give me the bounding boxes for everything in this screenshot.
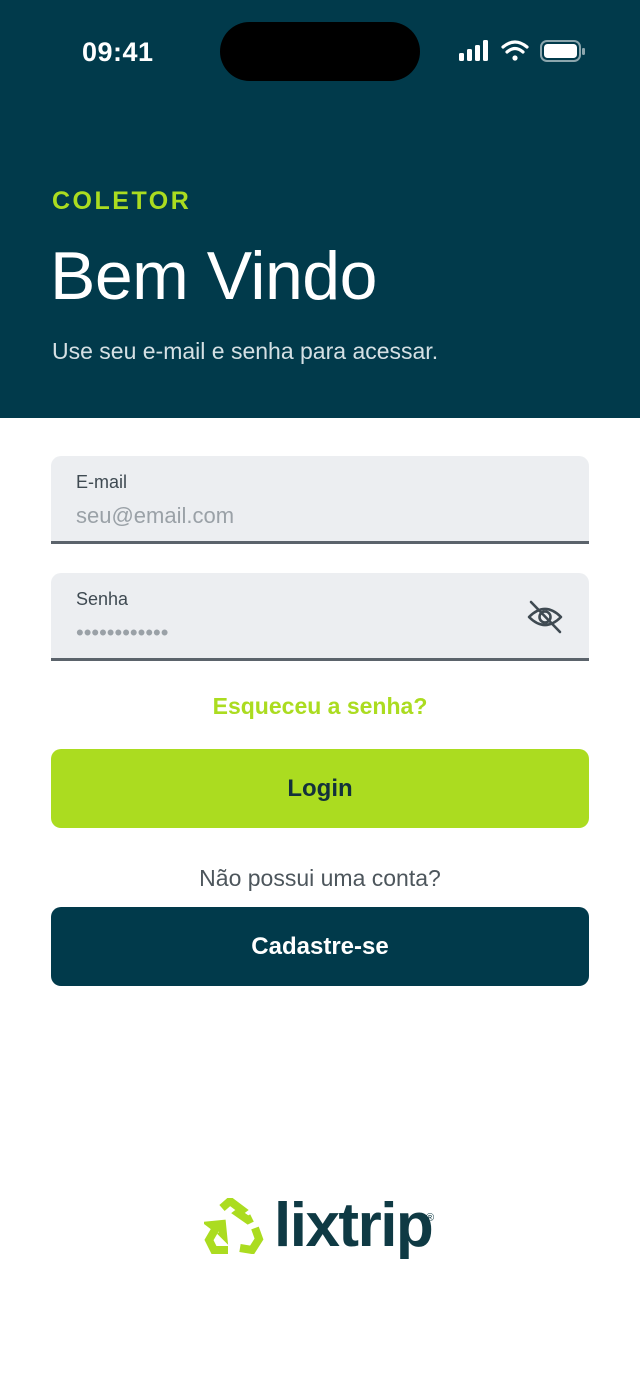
brand-name: lixtrip <box>274 1191 434 1260</box>
registered-mark: ® <box>426 1212 435 1224</box>
forgot-password-link[interactable]: Esqueceu a senha? <box>0 690 640 722</box>
header-panel: 09:41 COLETOR Bem Vindo Use seu e-mail e… <box>0 0 640 418</box>
no-account-text: Não possui uma conta? <box>199 865 441 891</box>
password-field-label: Senha <box>76 589 129 609</box>
eye-off-icon[interactable] <box>525 597 565 637</box>
status-icons <box>456 38 586 66</box>
email-field[interactable]: E-mail <box>51 456 589 544</box>
page-title: Bem Vindo <box>50 238 377 314</box>
status-time: 09:41 <box>82 37 154 67</box>
recycle-logo-icon <box>201 1195 266 1255</box>
brand-logo: lixtrip ® <box>201 1191 444 1270</box>
signup-button[interactable]: Cadastre-se <box>51 907 589 986</box>
page-subtitle: Use seu e-mail e senha para acessar. <box>52 338 439 364</box>
password-field[interactable]: Senha •••••••••••• <box>51 573 589 661</box>
battery-icon <box>540 40 585 62</box>
dynamic-island <box>220 22 420 81</box>
login-button[interactable]: Login <box>51 749 589 828</box>
wifi-icon <box>501 40 529 61</box>
status-bar: 09:41 <box>0 0 640 104</box>
cellular-signal-icon <box>459 40 488 61</box>
email-input[interactable] <box>76 500 496 532</box>
password-input[interactable]: •••••••••••• <box>76 617 168 649</box>
email-field-label: E-mail <box>76 472 128 492</box>
app-role-label: COLETOR <box>52 187 192 215</box>
